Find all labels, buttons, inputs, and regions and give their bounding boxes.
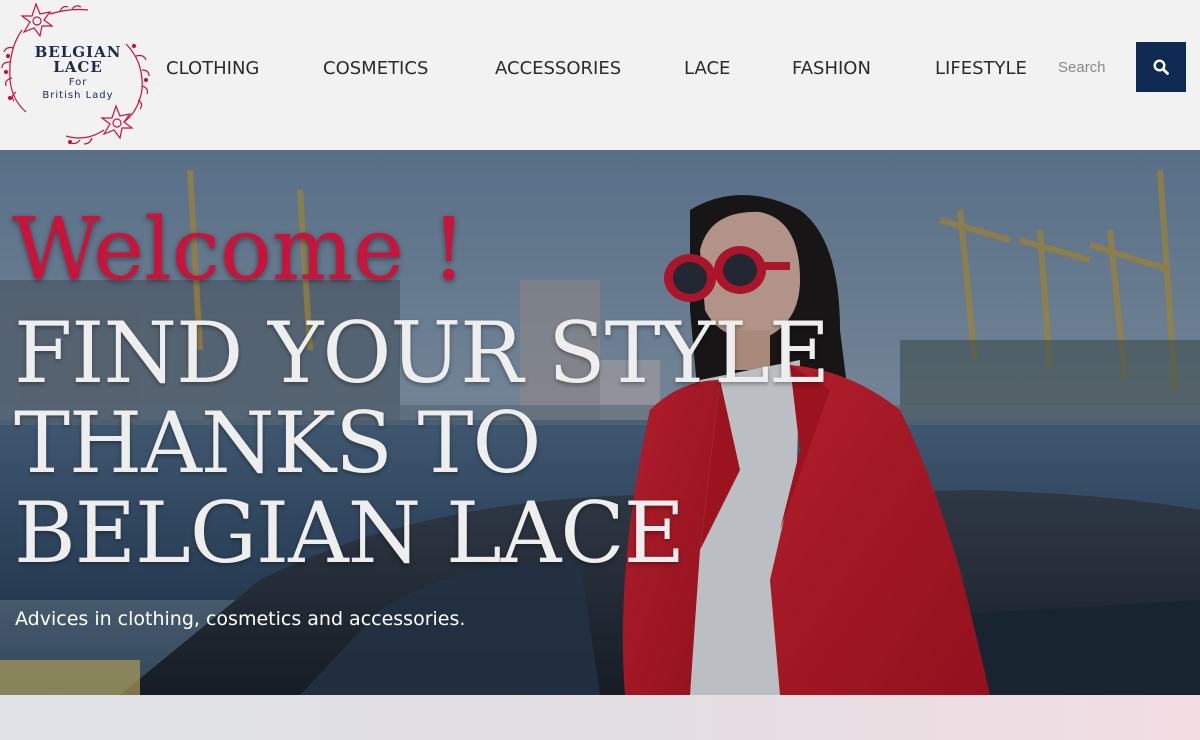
welcome-heading: Welcome ! (12, 200, 467, 300)
logo-title: BELGIAN LACE (24, 45, 132, 75)
logo-subtitle-line-1: For (68, 77, 88, 88)
search-icon (1153, 59, 1169, 75)
nav-item-fashion[interactable]: FASHION (792, 58, 871, 80)
nav-item-cosmetics[interactable]: COSMETICS (323, 58, 428, 80)
site-logo[interactable]: BELGIAN LACE For British Lady (0, 0, 150, 150)
logo-subtitle: For British Lady (24, 76, 132, 102)
hero-headline-line-1: FIND YOUR STYLE (14, 304, 830, 402)
logo-subtitle-line-2: British Lady (42, 90, 114, 101)
hero-headline-line-3: BELGIAN LACE (14, 484, 685, 582)
hero-tagline: Advices in clothing, cosmetics and acces… (15, 608, 466, 630)
nav-item-clothing[interactable]: CLOTHING (166, 58, 259, 80)
nav-item-lace[interactable]: LACE (684, 58, 730, 80)
nav-item-accessories[interactable]: ACCESSORIES (495, 58, 621, 80)
search-input[interactable] (1048, 42, 1134, 92)
logo-title-line-2: LACE (53, 58, 103, 76)
nav-item-lifestyle[interactable]: LIFESTYLE (935, 58, 1027, 80)
section-divider-strip (0, 695, 1200, 740)
hero-banner: Welcome ! FIND YOUR STYLE THANKS TO BELG… (0, 150, 1200, 695)
hero-headline-line-2: THANKS TO (14, 394, 541, 492)
site-header: BELGIAN LACE For British Lady CLOTHING C… (0, 0, 1200, 150)
search-button[interactable] (1136, 42, 1186, 92)
hero-headline: FIND YOUR STYLE THANKS TO BELGIAN LACE (14, 304, 830, 582)
